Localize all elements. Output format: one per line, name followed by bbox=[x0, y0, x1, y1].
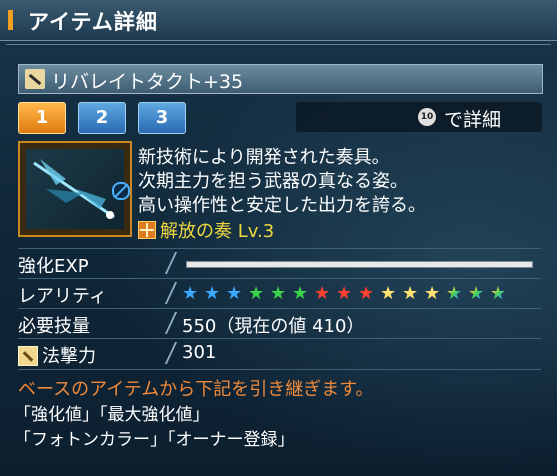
window-title: アイテム詳細 bbox=[28, 10, 158, 34]
tab-3[interactable]: 3 bbox=[138, 102, 186, 134]
rarity-star: ★ bbox=[380, 283, 397, 304]
detail-hint-label: で詳細 bbox=[444, 109, 502, 131]
slash-divider bbox=[164, 342, 178, 364]
item-detail-window: アイテム詳細 リバレイトタクト+35 1 2 3 10 で詳細 新技術により開発… bbox=[0, 0, 557, 476]
rarity-star: ★ bbox=[270, 283, 287, 304]
attack-value: 301 bbox=[182, 342, 217, 363]
divider bbox=[18, 248, 541, 249]
rarity-star: ★ bbox=[490, 283, 507, 304]
divider bbox=[18, 278, 541, 279]
cross-burst-icon bbox=[138, 221, 156, 239]
required-skill-value: 550（現在の値 410） bbox=[182, 316, 365, 337]
rarity-star: ★ bbox=[292, 283, 309, 304]
item-name-bar: リバレイトタクト+35 bbox=[18, 64, 543, 94]
slash-divider bbox=[164, 282, 178, 304]
rarity-star: ★ bbox=[204, 283, 221, 304]
no-entry-icon bbox=[112, 182, 130, 200]
slash-divider bbox=[164, 252, 178, 274]
description-line-2: 次期主力を担う武器の真なる姿。 bbox=[138, 171, 408, 192]
rarity-star: ★ bbox=[248, 283, 265, 304]
rarity-star: ★ bbox=[424, 283, 441, 304]
rarity-star: ★ bbox=[358, 283, 375, 304]
rarity-star: ★ bbox=[468, 283, 485, 304]
inherit-line-2: 「フォトンカラー」「オーナー登録」 bbox=[14, 430, 295, 450]
divider bbox=[18, 338, 541, 339]
rarity-star: ★ bbox=[182, 283, 199, 304]
rarity-star: ★ bbox=[336, 283, 353, 304]
rarity-star: ★ bbox=[446, 283, 463, 304]
divider bbox=[6, 44, 551, 45]
weapon-image bbox=[26, 149, 124, 229]
attack-label: 法撃力 bbox=[42, 346, 96, 367]
rod-attack-icon bbox=[18, 346, 38, 366]
key-10-icon: 10 bbox=[418, 108, 436, 126]
item-name: リバレイトタクト+35 bbox=[51, 71, 244, 93]
title-accent bbox=[8, 10, 13, 30]
rarity-star: ★ bbox=[314, 283, 331, 304]
tab-2[interactable]: 2 bbox=[78, 102, 126, 134]
divider bbox=[18, 369, 541, 370]
required-skill-label: 必要技量 bbox=[18, 316, 90, 337]
rarity-star: ★ bbox=[402, 283, 419, 304]
detail-hint[interactable]: 10 で詳細 bbox=[296, 102, 542, 132]
exp-label: 強化EXP bbox=[18, 256, 89, 277]
tab-1[interactable]: 1 bbox=[18, 102, 66, 134]
rarity-star: ★ bbox=[226, 283, 243, 304]
exp-bar bbox=[186, 261, 533, 268]
slash-divider bbox=[164, 312, 178, 334]
description-line-3: 高い操作性と安定した出力を誇る。 bbox=[138, 195, 426, 216]
potential-skill: 解放の奏 Lv.3 bbox=[160, 221, 275, 242]
inherit-line-1: 「強化値」「最大強化値」 bbox=[14, 405, 210, 425]
rarity-label: レアリティ bbox=[18, 286, 107, 307]
inherit-title: ベースのアイテムから下記を引き継ぎます。 bbox=[18, 379, 374, 400]
divider bbox=[18, 308, 541, 309]
rod-weapon-icon bbox=[25, 69, 45, 89]
title-bar: アイテム詳細 bbox=[0, 0, 557, 41]
description-line-1: 新技術により開発された奏具。 bbox=[138, 147, 390, 168]
